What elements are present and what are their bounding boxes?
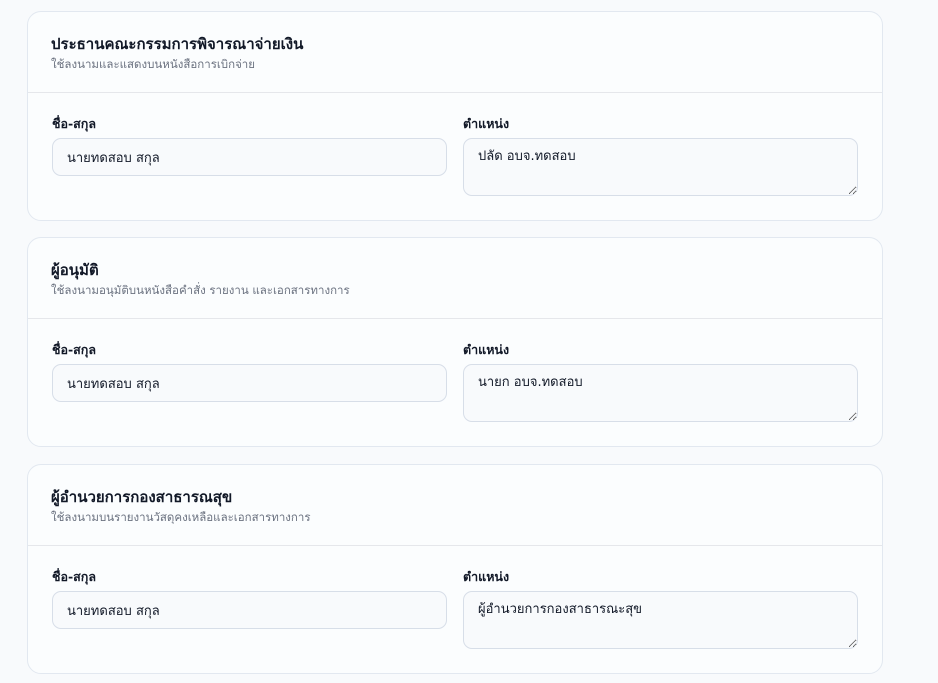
name-input[interactable]: [52, 591, 447, 629]
card-subtitle: ใช้ลงนามและแสดงบนหนังสือการเบิกจ่าย: [51, 57, 256, 71]
chairman-signatory-card: ประธานคณะกรรมการพิจารณาจ่ายเงิน ใช้ลงนาม…: [27, 11, 883, 221]
card-header: ผู้อนุมัติ ใช้ลงนามอนุมัติบนหนังสือคำสั่…: [28, 238, 882, 319]
card-header: ประธานคณะกรรมการพิจารณาจ่ายเงิน ใช้ลงนาม…: [28, 12, 882, 93]
name-input[interactable]: [52, 138, 447, 176]
health-director-signatory-card: ผู้อำนวยการกองสาธารณสุข ใช้ลงนามบนรายงาน…: [27, 464, 883, 674]
position-label: ตำแหน่ง: [463, 342, 510, 357]
card-subtitle: ใช้ลงนามอนุมัติบนหนังสือคำสั่ง รายงาน แล…: [51, 283, 350, 297]
name-input[interactable]: [52, 364, 447, 402]
position-textarea[interactable]: ปลัด อบจ.ทดสอบ: [463, 138, 858, 196]
approver-signatory-card: ผู้อนุมัติ ใช้ลงนามอนุมัติบนหนังสือคำสั่…: [27, 237, 883, 447]
card-title: ประธานคณะกรรมการพิจารณาจ่ายเงิน: [51, 35, 304, 53]
card-title: ผู้อนุมัติ: [51, 261, 99, 279]
card-body: ชื่อ-สกุล ตำแหน่ง ผู้อำนวยการกองสาธารณะส…: [28, 546, 882, 673]
name-label: ชื่อ-สกุล: [52, 342, 97, 357]
position-label: ตำแหน่ง: [463, 116, 510, 131]
card-title: ผู้อำนวยการกองสาธารณสุข: [51, 488, 233, 506]
name-label: ชื่อ-สกุล: [52, 569, 97, 584]
card-body: ชื่อ-สกุล ตำแหน่ง นายก อบจ.ทดสอบ: [28, 319, 882, 446]
card-subtitle: ใช้ลงนามบนรายงานวัสดุคงเหลือและเอกสารทาง…: [51, 510, 311, 524]
card-body: ชื่อ-สกุล ตำแหน่ง ปลัด อบจ.ทดสอบ: [28, 93, 882, 220]
position-label: ตำแหน่ง: [463, 569, 510, 584]
position-textarea[interactable]: ผู้อำนวยการกองสาธารณะสุข: [463, 591, 858, 649]
signatories-settings-page: ประธานคณะกรรมการพิจารณาจ่ายเงิน ใช้ลงนาม…: [0, 0, 938, 683]
name-label: ชื่อ-สกุล: [52, 116, 97, 131]
position-textarea[interactable]: นายก อบจ.ทดสอบ: [463, 364, 858, 422]
card-header: ผู้อำนวยการกองสาธารณสุข ใช้ลงนามบนรายงาน…: [28, 465, 882, 546]
